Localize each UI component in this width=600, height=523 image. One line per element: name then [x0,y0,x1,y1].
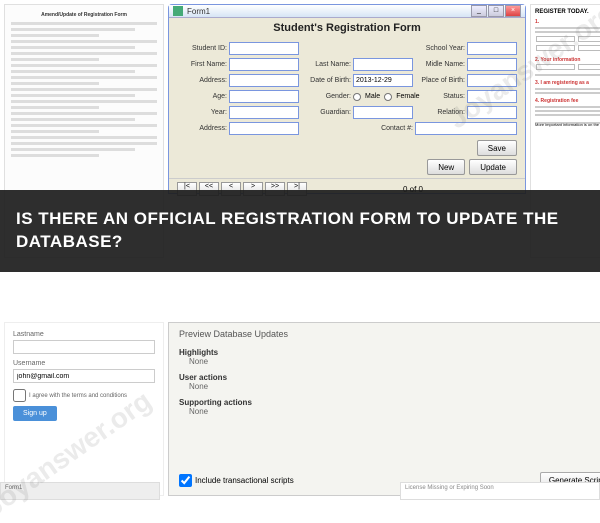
titlebar[interactable]: Form1 _ □ × [169,5,525,18]
pob-label: Place of Birth: [415,77,465,84]
signup-button[interactable]: Sign up [13,406,57,421]
agree-checkbox[interactable] [13,389,26,402]
strip-left: Form1 [0,482,160,500]
year-label: Year: [177,109,227,116]
lastname-label: Lastname [13,331,155,338]
form-heading: Student's Registration Form [169,18,525,40]
school-year-input[interactable] [467,42,517,55]
middle-name-label: Midle Name: [415,61,465,68]
school-year-label: School Year: [415,45,465,52]
age-label: Age: [177,93,227,100]
address2-label: Address: [177,125,227,132]
window-title: Form1 [187,7,471,16]
user-actions-label: User actions [179,373,227,382]
first-name-input[interactable] [229,58,299,71]
pob-input[interactable] [467,74,517,87]
year-input[interactable] [229,106,299,119]
address-input[interactable] [229,74,299,87]
doc-b-title: REGISTER TODAY. [535,9,600,15]
status-input[interactable] [467,90,517,103]
contact-input[interactable] [415,122,517,135]
gender-female-radio[interactable] [384,93,392,101]
relation-label: Relation: [415,109,465,116]
gender-label: Gender: [301,93,351,100]
middle-name-input[interactable] [467,58,517,71]
supporting-actions-value: None [189,407,600,416]
first-name-label: First Name: [177,61,227,68]
student-form-window: Form1 _ □ × Student's Registration Form … [168,4,526,194]
user-actions-value: None [189,382,600,391]
supporting-actions-label: Supporting actions [179,398,252,407]
dob-label: Date of Birth: [301,77,351,84]
status-label: Status: [415,93,465,100]
signup-form: Lastname Username I agree with the terms… [4,322,164,496]
minimize-button[interactable]: _ [471,5,487,17]
guardian-input[interactable] [353,106,413,119]
last-name-label: Last Name: [301,61,351,68]
username-input[interactable] [13,369,155,383]
doc-a-title: Amend/Update of Registration Form [11,11,157,19]
app-icon [173,6,183,16]
save-button[interactable]: Save [477,140,517,156]
student-id-input[interactable] [229,42,299,55]
address2-input[interactable] [229,122,299,135]
strip-right: License Missing or Expiring Soon [400,482,600,500]
address-label: Address: [177,77,227,84]
last-name-input[interactable] [353,58,413,71]
close-button[interactable]: × [505,5,521,17]
bottom-strip: Form1 License Missing or Expiring Soon [0,482,600,500]
highlights-label: Highlights [179,348,218,357]
gender-radios: Male Female [353,93,413,101]
relation-input[interactable] [467,106,517,119]
guardian-label: Guardian: [301,109,351,116]
lastname-input[interactable] [13,340,155,354]
student-id-label: Student ID: [177,45,227,52]
gender-male-radio[interactable] [353,93,361,101]
highlights-value: None [189,357,600,366]
maximize-button[interactable]: □ [488,5,504,17]
new-button[interactable]: New [427,159,465,175]
preview-title: Preview Database Updates [179,329,600,339]
preview-panel: Preview Database Updates HighlightsNone … [168,322,600,496]
username-label: Username [13,360,155,367]
update-button[interactable]: Update [469,159,517,175]
age-input[interactable] [229,90,299,103]
overlay-banner: Is there an official registration form t… [0,190,600,272]
dob-input[interactable] [353,74,413,87]
contact-label: Contact #: [353,125,413,132]
agree-label: I agree with the terms and conditions [29,393,127,399]
